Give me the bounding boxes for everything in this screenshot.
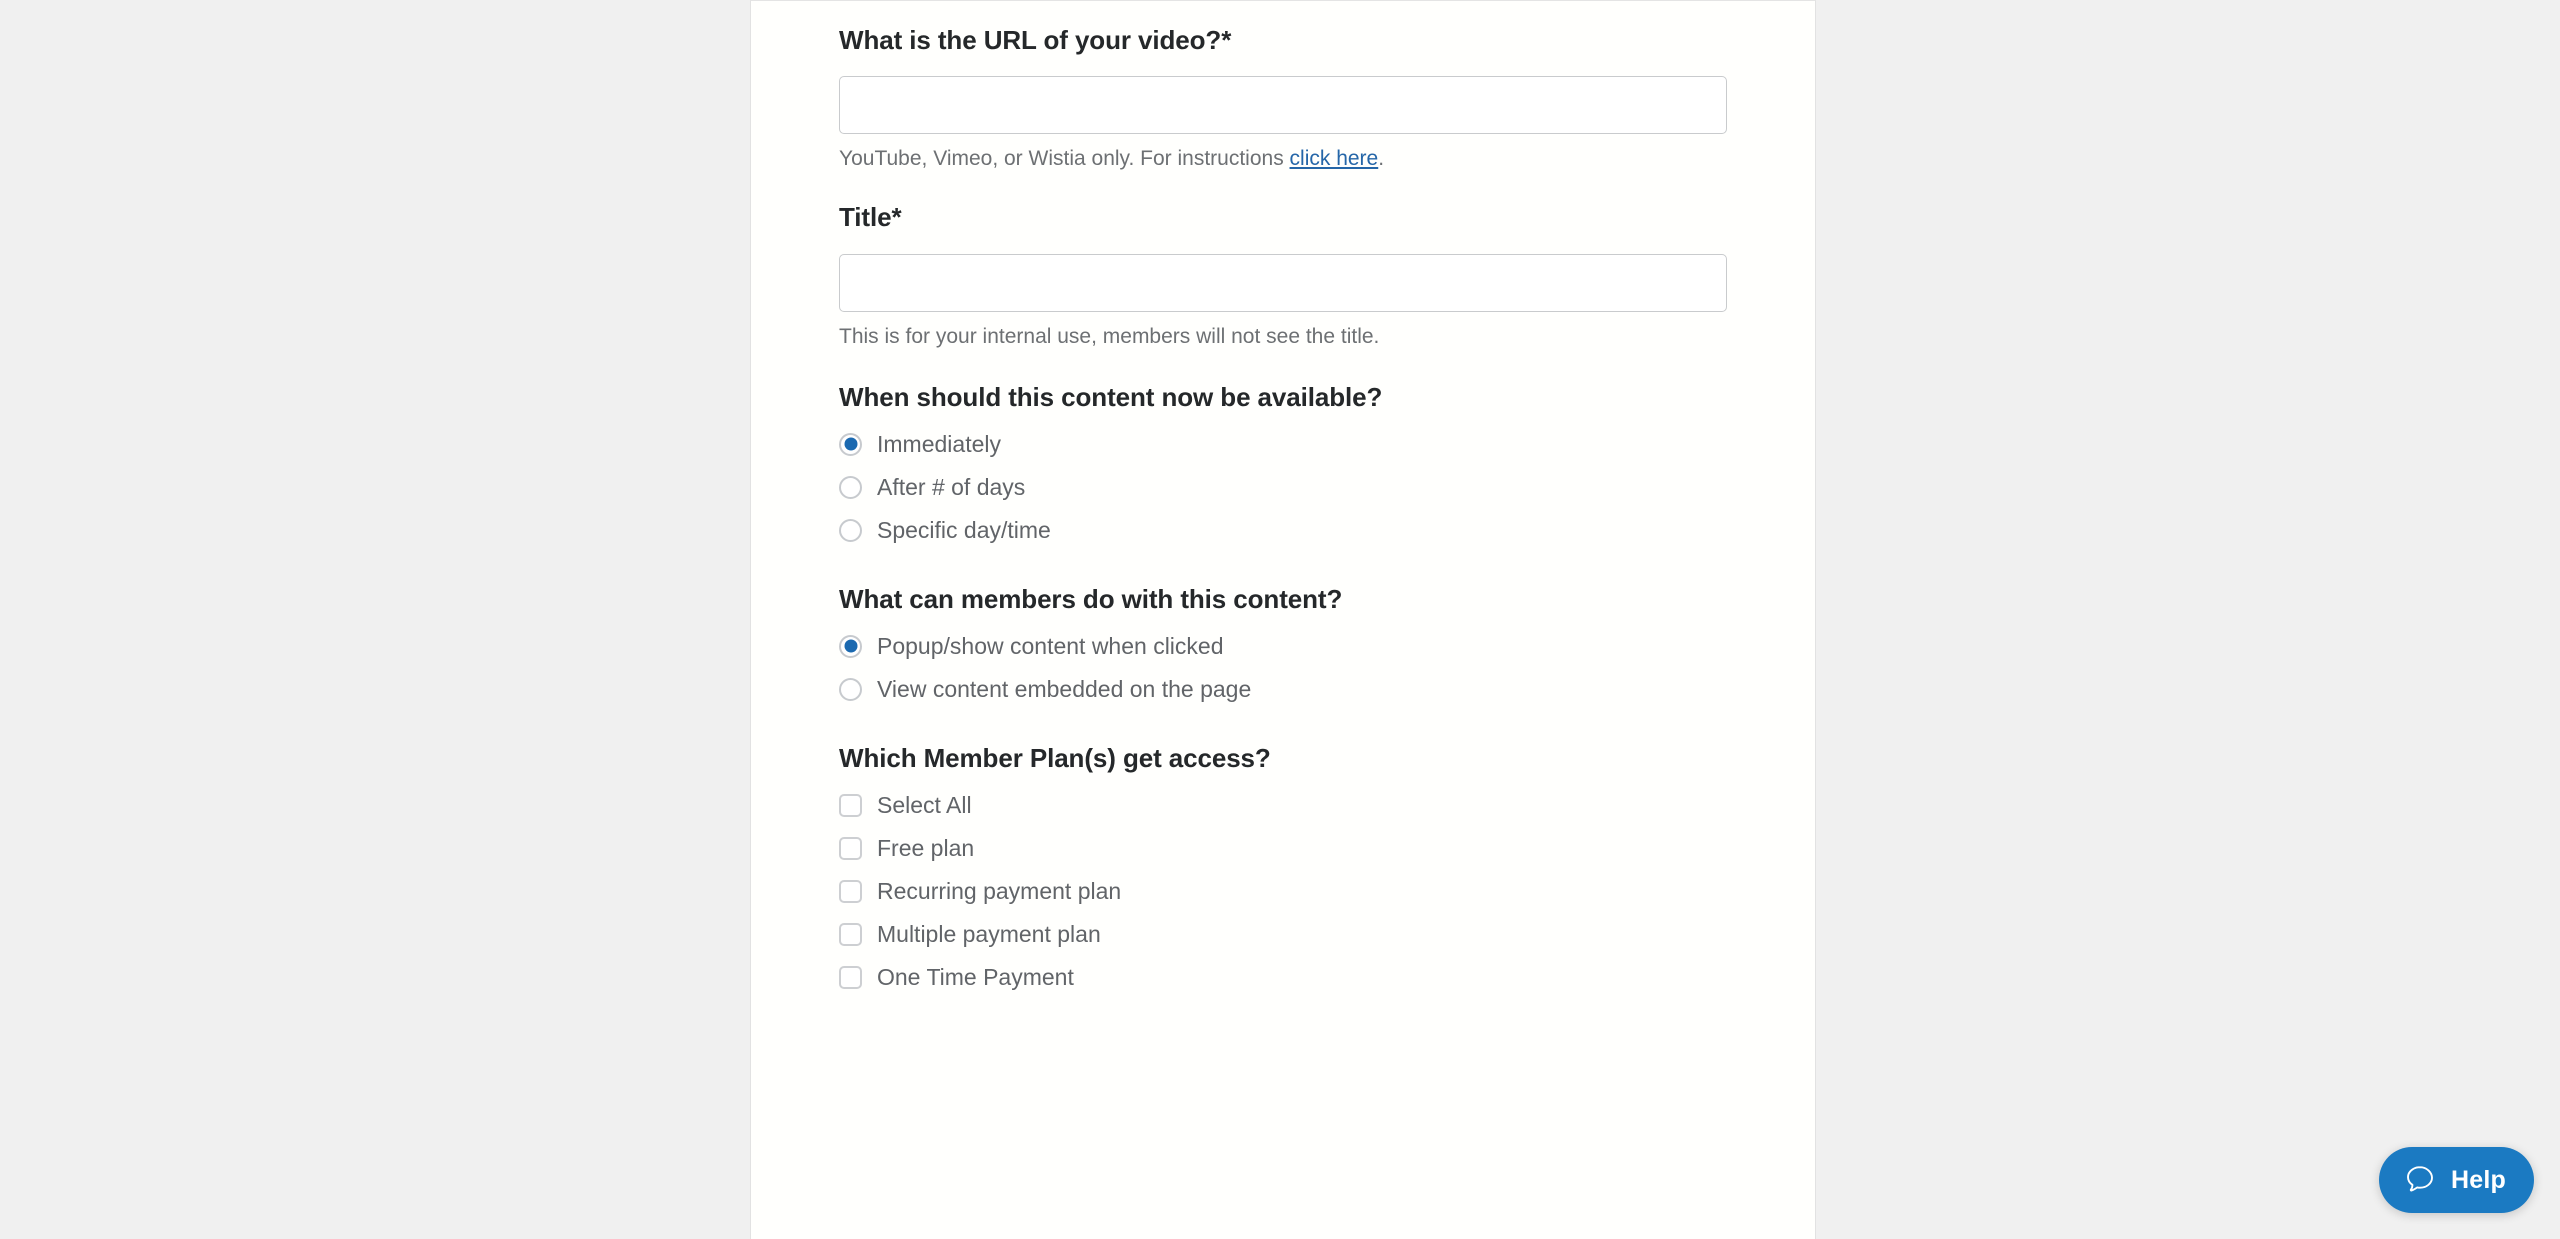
checkbox-icon-select-all[interactable] [839,794,862,818]
radio-option-view-embedded[interactable]: View content embedded on the page [839,674,1723,704]
radio-option-immediately[interactable]: Immediately [839,429,1723,459]
radio-icon-specific-daytime[interactable] [839,518,862,542]
radio-icon-immediately[interactable] [839,432,862,456]
checkbox-option-select-all[interactable]: Select All [839,791,1723,821]
radio-label-view-embedded: View content embedded on the page [877,675,1252,702]
checkbox-label-multiple-payment-plan: Multiple payment plan [877,921,1101,948]
video-url-help-text: YouTube, Vimeo, or Wistia only. For inst… [839,145,1723,172]
checkbox-icon-one-time-payment[interactable] [839,966,862,990]
radio-option-specific-daytime[interactable]: Specific day/time [839,515,1723,545]
video-url-label: What is the URL of your video?* [839,25,1232,55]
radio-icon-after-days[interactable] [839,475,862,499]
member-actions-title: What can members do with this content? [839,584,1343,615]
checkbox-option-one-time-payment[interactable]: One Time Payment [839,963,1723,993]
form-card: What is the URL of your video?* YouTube,… [750,0,1816,1239]
checkbox-icon-recurring-payment-plan[interactable] [839,880,862,904]
radio-option-after-days[interactable]: After # of days [839,472,1723,502]
title-label: Title* [839,202,902,233]
checkbox-option-recurring-payment-plan[interactable]: Recurring payment plan [839,877,1723,907]
member-plans-options: Select All Free plan Recurring payment p… [839,791,1723,993]
checkbox-label-recurring-payment-plan: Recurring payment plan [877,878,1122,905]
field-title: Title* This is for your internal use, me… [839,202,1727,349]
video-url-help-prefix: YouTube, Vimeo, or Wistia only. For inst… [839,147,1290,171]
group-member-actions: What can members do with this content? P… [839,584,1723,704]
title-help-text: This is for your internal use, members w… [839,324,1380,348]
checkbox-option-multiple-payment-plan[interactable]: Multiple payment plan [839,920,1723,950]
radio-icon-popup-show[interactable] [839,634,862,658]
click-here-link[interactable]: click here [1290,147,1379,170]
page-root: What is the URL of your video?* YouTube,… [0,0,2560,1239]
checkbox-label-select-all: Select All [877,792,972,819]
member-actions-options: Popup/show content when clicked View con… [839,631,1723,704]
field-video-url: What is the URL of your video?* YouTube,… [839,25,1727,172]
availability-title: When should this content now be availabl… [839,381,1383,412]
checkbox-label-one-time-payment: One Time Payment [877,964,1074,991]
checkbox-icon-multiple-payment-plan[interactable] [839,923,862,947]
radio-label-immediately: Immediately [877,430,1001,457]
help-launcher-label: Help [2451,1165,2506,1194]
radio-label-after-days: After # of days [877,473,1026,500]
checkbox-label-free-plan: Free plan [877,835,975,862]
title-input[interactable] [839,253,1727,312]
group-availability: When should this content now be availabl… [839,382,1723,545]
radio-label-popup-show: Popup/show content when clicked [877,632,1224,659]
chat-bubble-icon [2407,1166,2433,1192]
group-member-plans: Which Member Plan(s) get access? Select … [839,743,1723,992]
radio-option-popup-show[interactable]: Popup/show content when clicked [839,631,1723,661]
video-url-input[interactable] [839,76,1727,135]
member-plans-title: Which Member Plan(s) get access? [839,743,1271,774]
radio-label-specific-daytime: Specific day/time [877,516,1051,543]
help-launcher-button[interactable]: Help [2379,1147,2534,1213]
availability-options: Immediately After # of days Specific day… [839,429,1723,545]
checkbox-option-free-plan[interactable]: Free plan [839,834,1723,864]
checkbox-icon-free-plan[interactable] [839,837,862,861]
radio-icon-view-embedded[interactable] [839,677,862,701]
video-url-help-suffix: . [1378,147,1385,171]
